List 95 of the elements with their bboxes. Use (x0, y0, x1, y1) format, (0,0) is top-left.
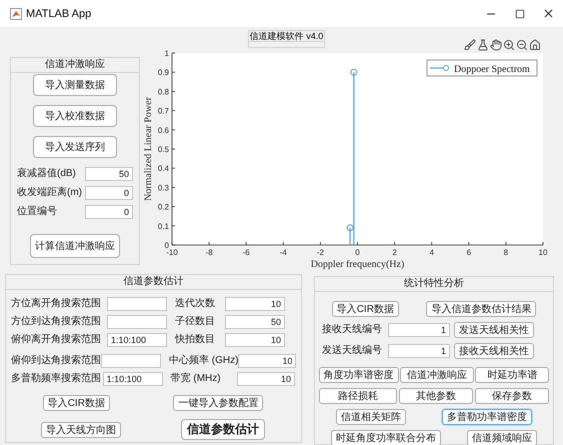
field-label: 子径数目 (175, 317, 215, 327)
import-button[interactable]: 导入CIR数据 (332, 301, 399, 317)
field-label: 俯仰到达角搜索范围 (11, 356, 101, 366)
field-label: 衰减器值(dB) (17, 169, 76, 179)
import-button[interactable]: 导入发送序列 (33, 136, 117, 158)
x-tick-label: 6 (466, 248, 472, 257)
y-tick-label: 0.5 (158, 145, 169, 154)
field-label: 带宽 (MHz) (170, 374, 221, 384)
field-label: 发送天线编号 (322, 346, 383, 356)
analysis-button[interactable]: 角度功率谱密度 (318, 367, 399, 383)
y-tick-label: 0.4 (158, 164, 169, 174)
field-label: 位置编号 (17, 207, 57, 217)
x-tick-label: 2 (392, 248, 397, 257)
y-tick-label: 0.8 (158, 87, 169, 96)
x-tick-label: 0 (355, 248, 360, 257)
y-tick-label: 0.2 (158, 202, 169, 212)
input-field[interactable] (107, 315, 167, 329)
legend-marker-icon (430, 65, 449, 71)
import-button[interactable]: 导入CIR数据 (42, 395, 110, 411)
y-tick-label: 0.3 (158, 183, 169, 192)
panel-title: 信道参数估计 (124, 277, 184, 287)
field-label: 方位到达角搜索范围 (11, 317, 101, 327)
x-tick-label: -10 (166, 248, 178, 257)
x-axis-label: Doppler frequency(Hz) (310, 259, 404, 270)
analysis-button[interactable]: 时延角度功率联合分布 (331, 430, 441, 445)
x-tick-label: -4 (280, 248, 287, 257)
y-tick-label: 0 (164, 241, 169, 250)
estimate-button[interactable]: 信道参数估计 (181, 419, 265, 440)
brush-icon[interactable] (464, 39, 476, 51)
input-field[interactable]: 10 (238, 354, 296, 368)
input-field[interactable] (101, 354, 161, 368)
import-button[interactable]: 导入天线方向图 (41, 422, 121, 438)
y-tick-label: 1 (164, 49, 169, 58)
input-field[interactable]: 10 (225, 297, 285, 311)
analysis-button[interactable]: 信道频域响应 (467, 430, 537, 445)
input-field[interactable]: 50 (225, 315, 285, 329)
analysis-button[interactable]: 信道相关矩阵 (336, 409, 406, 425)
y-tick-label: 0.7 (158, 106, 169, 116)
hand-icon[interactable] (490, 39, 502, 51)
x-tick-label: 10 (538, 248, 548, 257)
y-tick-label: 0.1 (158, 222, 169, 231)
analysis-button[interactable]: 路径损耗 (319, 388, 397, 404)
import-button[interactable]: 导入测量数据 (33, 74, 117, 96)
analysis-button[interactable]: 其他参数 (399, 388, 473, 404)
y-tick-label: 0.9 (158, 68, 169, 78)
correlation-button[interactable]: 发送天线相关性 (454, 322, 534, 338)
y-tick-label: 0.6 (158, 126, 169, 135)
close-icon[interactable] (542, 7, 555, 20)
compute-button[interactable]: 计算信道冲激响应 (30, 234, 120, 258)
field-label: 迭代次数 (175, 299, 215, 309)
input-field[interactable]: 1:10:100 (102, 372, 163, 386)
zoom-out-icon[interactable] (516, 39, 528, 51)
analysis-button[interactable]: 信道冲激响应 (400, 367, 474, 383)
stem-bar (349, 228, 351, 245)
input-field[interactable]: 50 (85, 167, 133, 181)
input-field[interactable]: 0 (85, 186, 133, 200)
field-label: 多普勒频率搜索范围 (11, 374, 101, 384)
load-config-button[interactable]: 一键导入参数配置 (173, 395, 264, 411)
field-label: 收发端距离(m) (17, 188, 82, 198)
x-tick-label: 8 (504, 248, 508, 257)
stem-marker (350, 68, 358, 76)
y-axis-label: Normalized Linear Power (143, 97, 154, 201)
zoom-in-icon[interactable] (503, 39, 515, 51)
import-button[interactable]: 导入校准数据 (33, 105, 117, 127)
input-field[interactable] (107, 297, 167, 311)
field-label: 俯仰离开角搜索范围 (11, 335, 101, 345)
analysis-button[interactable]: 时延功率谱 (475, 367, 550, 383)
input-field[interactable]: 1:10:100 (107, 333, 167, 347)
input-field[interactable]: 1 (388, 344, 450, 358)
home-icon[interactable] (529, 39, 541, 51)
x-tick-label: -2 (316, 248, 324, 257)
analysis-button[interactable]: 保存参数 (475, 388, 549, 404)
panel-title: 信道冲激响应 (45, 60, 105, 70)
input-field[interactable]: 10 (237, 372, 295, 386)
input-field[interactable]: 10 (225, 333, 285, 347)
panel-title: 统计特性分析 (404, 279, 464, 289)
x-tick-label: -6 (242, 248, 250, 257)
input-field[interactable]: 0 (85, 205, 133, 219)
window-title: MATLAB App (26, 8, 92, 20)
version-label: 信道建模软件 v4.0 (248, 30, 325, 48)
maximize-icon[interactable] (514, 8, 524, 18)
field-label: 快拍数目 (175, 335, 215, 345)
field-label: 接收天线编号 (322, 325, 383, 335)
stem-marker (346, 224, 354, 232)
flask-icon[interactable] (477, 39, 489, 51)
input-field[interactable]: 1 (388, 323, 450, 337)
x-tick-label: 4 (429, 248, 434, 257)
field-label: 方位离开角搜索范围 (11, 299, 101, 309)
correlation-button[interactable]: 接收天线相关性 (454, 343, 534, 359)
app-logo-icon (10, 8, 22, 20)
import-button[interactable]: 导入信道参数估计结果 (426, 301, 536, 317)
legend-label: Doppoer Spectrom (454, 64, 530, 75)
field-label: 中心频率 (GHz) (169, 356, 238, 366)
analysis-button[interactable]: 多普勒功率谱密度 (442, 409, 532, 425)
x-tick-label: -8 (206, 248, 213, 257)
